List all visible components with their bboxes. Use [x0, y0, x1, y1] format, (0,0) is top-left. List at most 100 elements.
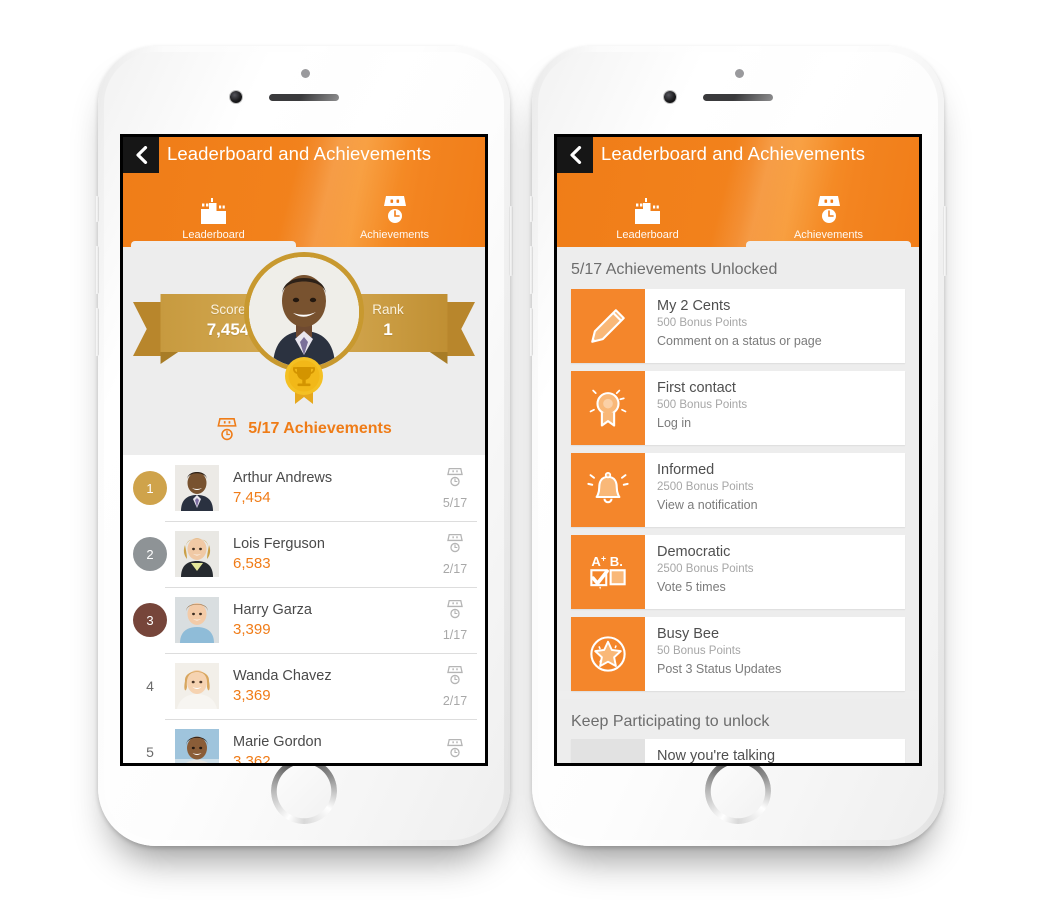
- achievement-points: 2500 Bonus Points: [657, 563, 754, 575]
- achievements-locked-list: Now you're talking: [557, 739, 919, 763]
- rank-number: 4: [146, 678, 154, 694]
- avatar: [175, 465, 219, 511]
- front-camera-icon: [664, 91, 676, 103]
- tab-achievements[interactable]: Achievements: [304, 179, 485, 247]
- back-button[interactable]: [557, 137, 593, 173]
- volume-up-button[interactable]: [529, 246, 533, 294]
- power-button[interactable]: [943, 206, 947, 276]
- ballot-checkbox-icon: A + B.: [590, 554, 626, 590]
- tab-label-leaderboard: Leaderboard: [182, 229, 245, 241]
- trophy-medal-icon: [281, 350, 327, 408]
- achievement-details: Democratic 2500 Bonus Points Vote 5 time…: [645, 535, 905, 609]
- achievement-card-locked[interactable]: Now you're talking: [571, 739, 905, 763]
- front-camera-icon: [230, 91, 242, 103]
- back-button[interactable]: [123, 137, 159, 173]
- achievement-badge-icon: [447, 738, 463, 757]
- player-name: Arthur Andrews: [233, 470, 333, 486]
- tab-label-achievements: Achievements: [359, 229, 430, 241]
- volume-down-button[interactable]: [95, 308, 99, 356]
- page-title: Leaderboard and Achievements: [167, 143, 432, 164]
- achievement-points: 2500 Bonus Points: [657, 481, 754, 493]
- ribbon-rosette-icon: [589, 389, 627, 427]
- silent-switch[interactable]: [529, 196, 533, 222]
- achievement-badge-icon: [447, 533, 463, 552]
- achievement-points: 50 Bonus Points: [657, 645, 741, 657]
- rank-badge: 3: [133, 603, 167, 637]
- leaderboard-list: 1 Arthur Andrews 7,454 5/17 2 Lois Fergu…: [123, 455, 485, 763]
- player-score: 7,454: [233, 489, 271, 506]
- tab-bar: Leaderboard Achievements: [557, 179, 919, 249]
- achievement-card[interactable]: A + B. Democratic 2500 Bonus Points Vote…: [571, 535, 905, 609]
- achievements-summary[interactable]: 5/17 Achievements: [123, 417, 485, 441]
- rank-badge: 2: [133, 537, 167, 571]
- achievement-details: Now you're talking: [645, 739, 905, 763]
- achievements-unlocked-heading: 5/17 Achievements Unlocked: [557, 247, 919, 289]
- phone-device-achievements: Leaderboard and Achievements Leaderboard…: [529, 46, 947, 846]
- achievement-card[interactable]: Busy Bee 50 Bonus Points Post 3 Status U…: [571, 617, 905, 691]
- power-button[interactable]: [509, 206, 513, 276]
- tab-leaderboard[interactable]: Leaderboard: [557, 179, 738, 247]
- player-name: Lois Ferguson: [233, 536, 325, 552]
- player-achievements-count: 5/17: [442, 495, 468, 510]
- achievement-icon-tile: [571, 617, 645, 691]
- player-achievements: 5/17: [429, 467, 485, 510]
- home-button[interactable]: [271, 758, 337, 824]
- achievement-badge-icon: [447, 467, 463, 486]
- achievement-points: 500 Bonus Points: [657, 399, 748, 411]
- achievement-icon-tile: [571, 289, 645, 363]
- table-row[interactable]: 2 Lois Ferguson 6,583 2/17: [123, 521, 485, 587]
- leaderboard-hero: Score 7,454 Rank 1 5/17 Achievements: [123, 247, 485, 455]
- svg-text:B.: B.: [610, 554, 623, 569]
- rank-number: 5: [146, 744, 154, 760]
- achievement-title: My 2 Cents: [657, 298, 731, 314]
- achievement-card[interactable]: First contact 500 Bonus Points Log in: [571, 371, 905, 445]
- player-info: Harry Garza 3,399: [233, 602, 429, 638]
- app-header: Leaderboard and Achievements Leaderboard…: [123, 137, 485, 249]
- earpiece-speaker: [703, 94, 773, 101]
- player-achievements-count: 2/17: [442, 693, 468, 708]
- locked-achievement-icon: [587, 755, 629, 763]
- tab-leaderboard[interactable]: Leaderboard: [123, 179, 304, 249]
- app-header: Leaderboard and Achievements Leaderboard…: [557, 137, 919, 249]
- achievement-badge-icon: [815, 194, 843, 224]
- achievement-badge-icon: [447, 599, 463, 618]
- achievement-icon-tile: [571, 453, 645, 527]
- proximity-sensor-icon: [301, 69, 310, 78]
- table-row[interactable]: 5 Marie Gordon 3,362: [123, 719, 485, 763]
- achievement-icon-tile: [571, 371, 645, 445]
- achievements-unlocked-list: My 2 Cents 500 Bonus Points Comment on a…: [557, 289, 919, 691]
- volume-down-button[interactable]: [529, 308, 533, 356]
- page-title: Leaderboard and Achievements: [601, 143, 866, 164]
- achievement-description: View a notification: [657, 498, 758, 512]
- tab-achievements[interactable]: Achievements: [738, 179, 919, 249]
- svg-text:A: A: [591, 554, 601, 569]
- achievement-title: Informed: [657, 462, 715, 478]
- table-row[interactable]: 1 Arthur Andrews 7,454 5/17: [123, 455, 485, 521]
- player-score: 3,362: [233, 753, 271, 763]
- home-button[interactable]: [705, 758, 771, 824]
- achievement-card[interactable]: My 2 Cents 500 Bonus Points Comment on a…: [571, 289, 905, 363]
- device-screen-left: Leaderboard and Achievements Leaderboard…: [120, 134, 488, 766]
- player-info: Lois Ferguson 6,583: [233, 536, 429, 572]
- app-screen-achievements: Leaderboard and Achievements Leaderboard…: [557, 137, 919, 763]
- achievement-card[interactable]: Informed 2500 Bonus Points View a notifi…: [571, 453, 905, 527]
- silent-switch[interactable]: [95, 196, 99, 222]
- table-row[interactable]: 3 Harry Garza 3,399 1/17: [123, 587, 485, 653]
- screenshot-stage: Leaderboard and Achievements Leaderboard…: [0, 0, 1040, 917]
- achievement-points: 500 Bonus Points: [657, 317, 748, 329]
- achievement-description: Comment on a status or page: [657, 334, 822, 348]
- achievement-details: Informed 2500 Bonus Points View a notifi…: [645, 453, 905, 527]
- player-name: Harry Garza: [233, 602, 312, 618]
- achievement-badge-icon: [381, 194, 409, 224]
- volume-up-button[interactable]: [95, 246, 99, 294]
- tab-bar: Leaderboard Achievements: [123, 179, 485, 249]
- pencil-icon: [591, 309, 625, 343]
- avatar: [175, 597, 219, 643]
- active-tab-indicator: [746, 241, 911, 249]
- star-circle-icon: [590, 636, 626, 672]
- achievement-badge-icon: [447, 665, 463, 684]
- achievement-details: First contact 500 Bonus Points Log in: [645, 371, 905, 445]
- achievement-description: Vote 5 times: [657, 580, 726, 594]
- table-row[interactable]: 4 Wanda Chavez 3,369 2/17: [123, 653, 485, 719]
- player-score: 6,583: [233, 555, 271, 572]
